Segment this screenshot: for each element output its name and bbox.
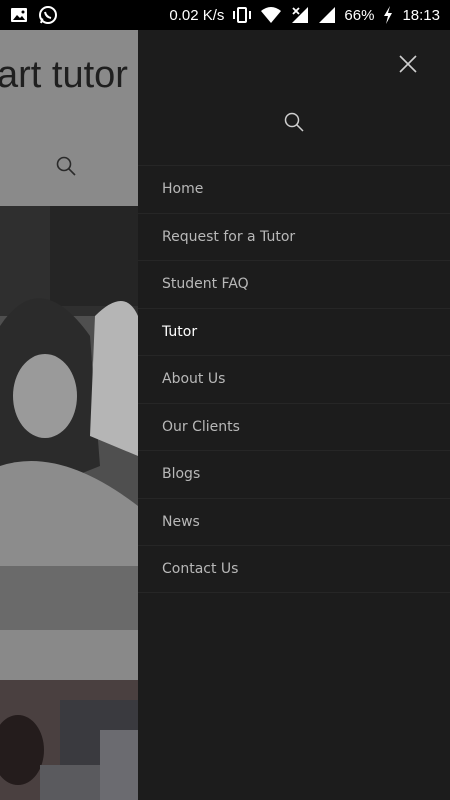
close-icon[interactable] bbox=[396, 52, 420, 76]
signal-icon bbox=[290, 6, 310, 24]
menu-item-our-clients[interactable]: Our Clients bbox=[138, 402, 450, 451]
charging-icon bbox=[382, 6, 394, 24]
menu-item-student-faq[interactable]: Student FAQ bbox=[138, 260, 450, 308]
menu-item-news[interactable]: News bbox=[138, 497, 450, 546]
menu-item-tutor[interactable]: Tutor bbox=[138, 307, 450, 356]
background-page: art tutor bbox=[0, 30, 138, 800]
image-icon bbox=[10, 7, 28, 23]
wifi-icon bbox=[260, 6, 282, 24]
background-header: art tutor bbox=[0, 30, 138, 206]
status-bar-left bbox=[10, 5, 58, 25]
menu-item-contact-us[interactable]: Contact Us bbox=[138, 545, 450, 593]
clock-time: 18:13 bbox=[402, 6, 440, 24]
menu-item-home[interactable]: Home bbox=[138, 165, 450, 213]
background-strip bbox=[0, 630, 138, 680]
menu-item-request-tutor[interactable]: Request for a Tutor bbox=[138, 212, 450, 261]
background-search-icon bbox=[55, 155, 77, 181]
background-photo-office bbox=[0, 680, 138, 800]
signal-icon bbox=[318, 6, 336, 24]
whatsapp-icon bbox=[38, 5, 58, 25]
search-icon[interactable] bbox=[283, 111, 305, 133]
menu-item-blogs[interactable]: Blogs bbox=[138, 450, 450, 498]
vibrate-icon bbox=[232, 6, 252, 24]
background-photo-students bbox=[0, 206, 138, 630]
network-speed: 0.02 K/s bbox=[169, 6, 225, 24]
nav-drawer: Home Request for a Tutor Student FAQ Tut… bbox=[138, 30, 450, 800]
menu-item-about-us[interactable]: About Us bbox=[138, 355, 450, 403]
nav-menu: Home Request for a Tutor Student FAQ Tut… bbox=[138, 165, 450, 593]
status-bar: 0.02 K/s 66% 18:13 bbox=[0, 0, 450, 30]
battery-percent: 66% bbox=[344, 6, 375, 24]
status-bar-right: 0.02 K/s 66% 18:13 bbox=[169, 6, 440, 24]
background-site-title: art tutor bbox=[0, 54, 128, 96]
